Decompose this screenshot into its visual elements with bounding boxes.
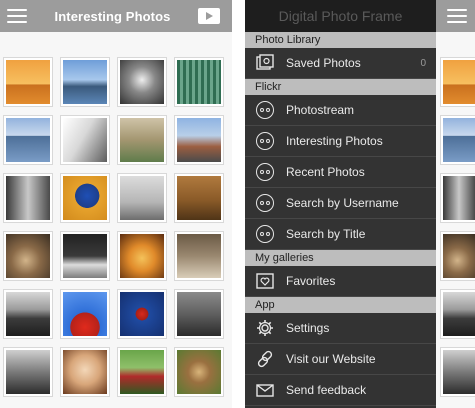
photo-grid-screen-partial bbox=[436, 0, 475, 408]
menu-item-search-by-username[interactable]: Search by Username bbox=[245, 188, 436, 219]
count-badge: 0 bbox=[420, 57, 426, 69]
photo-thumbnail[interactable] bbox=[4, 116, 52, 164]
mail-icon bbox=[254, 379, 276, 401]
menu-item-label: Settings bbox=[286, 321, 330, 335]
photo-thumbnail[interactable] bbox=[118, 348, 166, 396]
photo-thumbnail[interactable] bbox=[4, 232, 52, 280]
photo-thumbnail[interactable] bbox=[175, 290, 223, 338]
hamburger-icon[interactable] bbox=[447, 9, 467, 23]
menu-item-recent-photos[interactable]: Recent Photos bbox=[245, 157, 436, 188]
menu-item-label: Visit our Website bbox=[286, 352, 376, 366]
photo-thumbnail[interactable] bbox=[441, 174, 475, 222]
photo-thumbnail[interactable] bbox=[118, 58, 166, 106]
photo-thumbnail[interactable] bbox=[175, 116, 223, 164]
section-header-my-galleries: My galleries bbox=[245, 250, 436, 266]
top-bar: Interesting Photos bbox=[0, 0, 232, 32]
photo-thumbnail[interactable] bbox=[175, 232, 223, 280]
photo-thumbnail[interactable] bbox=[441, 116, 475, 164]
photo-thumbnail[interactable] bbox=[61, 290, 109, 338]
flickr-icon bbox=[254, 161, 276, 183]
page-title: Interesting Photos bbox=[54, 8, 171, 24]
top-bar bbox=[436, 0, 475, 32]
section-header-flickr: Flickr bbox=[245, 79, 436, 95]
photo-thumbnail[interactable] bbox=[4, 58, 52, 106]
menu-item-label: Saved Photos bbox=[286, 56, 361, 70]
menu-item-interesting-photos[interactable]: Interesting Photos bbox=[245, 126, 436, 157]
photo-thumbnail[interactable] bbox=[4, 348, 52, 396]
flickr-icon bbox=[254, 192, 276, 214]
link-icon bbox=[254, 348, 276, 370]
photo-thumbnail[interactable] bbox=[61, 58, 109, 106]
photo-thumbnail[interactable] bbox=[175, 348, 223, 396]
menu-item-send-feedback[interactable]: Send feedback bbox=[245, 375, 436, 406]
photo-thumbnail[interactable] bbox=[118, 116, 166, 164]
flickr-icon bbox=[254, 223, 276, 245]
photo-thumbnail[interactable] bbox=[61, 174, 109, 222]
flickr-icon bbox=[254, 130, 276, 152]
menu-header: Digital Photo Frame bbox=[245, 0, 436, 32]
photo-thumbnail[interactable] bbox=[4, 174, 52, 222]
menu-item-label: Search by Title bbox=[286, 227, 366, 241]
photo-thumbnail[interactable] bbox=[4, 290, 52, 338]
menu-item-photostream[interactable]: Photostream bbox=[245, 95, 436, 126]
menu-item-settings[interactable]: Settings bbox=[245, 313, 436, 344]
flickr-icon bbox=[254, 99, 276, 121]
photo-thumbnail[interactable] bbox=[175, 58, 223, 106]
menu-item-label: Search by Username bbox=[286, 196, 399, 210]
menu-item-label: Recent Photos bbox=[286, 165, 365, 179]
play-slideshow-icon[interactable] bbox=[198, 8, 220, 24]
menu-item-label: Interesting Photos bbox=[286, 134, 383, 148]
gear-icon bbox=[254, 317, 276, 339]
app-screenshot: Interesting Photos Digital Photo Frame P… bbox=[0, 0, 475, 408]
photo-thumbnail[interactable] bbox=[118, 174, 166, 222]
favorites-icon bbox=[254, 270, 276, 292]
photo-thumbnail[interactable] bbox=[441, 348, 475, 396]
menu-item-visit-website[interactable]: Visit our Website bbox=[245, 344, 436, 375]
divider bbox=[232, 0, 245, 408]
menu-item-label: Send feedback bbox=[286, 383, 367, 397]
hamburger-icon[interactable] bbox=[7, 9, 27, 23]
menu-item-saved-photos[interactable]: Saved Photos 0 bbox=[245, 48, 436, 79]
photo-thumbnail[interactable] bbox=[441, 232, 475, 280]
photo-thumbnail[interactable] bbox=[118, 232, 166, 280]
menu-item-label: Favorites bbox=[286, 274, 336, 288]
photo-grid-screen: Interesting Photos bbox=[0, 0, 232, 408]
photo-thumbnail[interactable] bbox=[118, 290, 166, 338]
photo-thumbnail[interactable] bbox=[61, 348, 109, 396]
menu-item-search-by-title[interactable]: Search by Title bbox=[245, 219, 436, 250]
menu-item-label: Photostream bbox=[286, 103, 355, 117]
section-header-app: App bbox=[245, 297, 436, 313]
photo-thumbnail[interactable] bbox=[441, 58, 475, 106]
photo-thumbnail[interactable] bbox=[61, 232, 109, 280]
photo-thumbnail[interactable] bbox=[61, 116, 109, 164]
side-menu: Digital Photo Frame Photo Library Saved … bbox=[245, 0, 436, 408]
saved-photos-icon bbox=[254, 52, 276, 74]
photo-thumbnail[interactable] bbox=[175, 174, 223, 222]
menu-item-favorites[interactable]: Favorites bbox=[245, 266, 436, 297]
photo-thumbnail[interactable] bbox=[441, 290, 475, 338]
section-header-photo-library: Photo Library bbox=[245, 32, 436, 48]
